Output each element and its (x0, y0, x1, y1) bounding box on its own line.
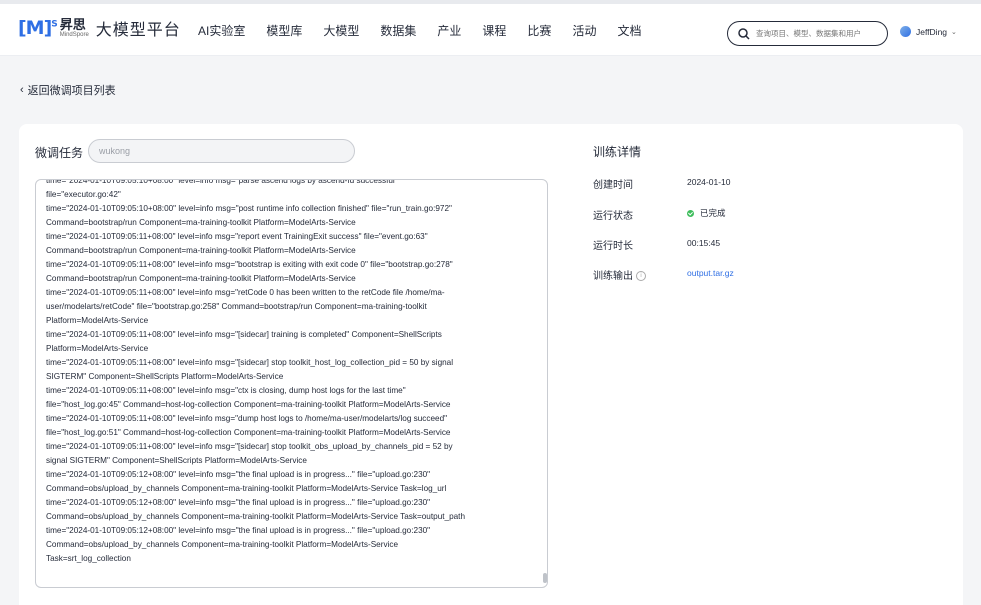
user-menu[interactable]: JeffDing ⌄ (900, 26, 957, 37)
log-line: Platform=ModelArts-Service (46, 344, 149, 353)
log-line: time="2024-01-10T09:05:11+08:00" level=i… (46, 232, 428, 241)
log-line: time="2024-01-10T09:05:12+08:00" level=i… (46, 498, 431, 507)
log-line: time="2024-01-10T09:05:10+08:00" level=i… (46, 179, 398, 185)
log-line: time="2024-01-10T09:05:11+08:00" level=i… (46, 260, 453, 269)
nav-item-3[interactable]: 数据集 (380, 22, 416, 39)
nav-item-5[interactable]: 课程 (482, 22, 506, 39)
log-line: Command=obs/upload_by_channels Component… (46, 484, 447, 493)
training-log[interactable]: time="2024-01-10T09:05:10+08:00" level=i… (35, 179, 548, 588)
search-icon (738, 27, 750, 40)
user-name: JeffDing (916, 26, 948, 37)
logo-cn-text: 昇思 (59, 17, 86, 32)
log-line: time="2024-01-10T09:05:11+08:00" level=i… (46, 358, 454, 367)
task-name-field[interactable]: wukong (88, 139, 355, 163)
check-circle-icon (687, 209, 694, 217)
logo[interactable]: [M]S 昇思 MindSpore 大模型平台 (18, 16, 181, 40)
duration-value: 00:15:45 (687, 238, 721, 248)
log-line: time="2024-01-10T09:05:12+08:00" level=i… (46, 526, 431, 535)
status-badge: 已完成 (687, 207, 726, 219)
nav-item-6[interactable]: 比赛 (527, 22, 551, 39)
log-lines: time="2024-01-10T09:05:10+08:00" level=i… (46, 179, 536, 566)
log-line: user/modelarts/retCode" file="bootstrap.… (46, 302, 427, 311)
chevron-down-icon: ⌄ (951, 28, 957, 36)
search-box[interactable] (727, 21, 888, 46)
task-label: 微调任务 (35, 146, 84, 160)
logo-brand: 昇思 MindSpore (60, 18, 89, 38)
log-line: time="2024-01-10T09:05:11+08:00" level=i… (46, 442, 453, 451)
info-icon[interactable]: i (636, 271, 646, 282)
log-scroll-thumb[interactable] (543, 573, 547, 583)
created-time-label: 创建时间 (593, 180, 633, 191)
chevron-left-icon: ‹ (20, 84, 24, 96)
log-scrollbar[interactable] (542, 180, 547, 587)
status-label: 运行状态 (593, 211, 633, 222)
nav-item-2[interactable]: 大模型 (323, 22, 359, 39)
nav-item-0[interactable]: AI实验室 (198, 22, 245, 39)
platform-title: 大模型平台 (95, 22, 181, 39)
avatar (900, 26, 911, 37)
log-line: signal SIGTERM" Component=ShellScripts P… (46, 456, 307, 465)
log-line: Command=bootstrap/run Component=ma-train… (46, 274, 356, 283)
nav-item-7[interactable]: 活动 (572, 22, 596, 39)
nav-item-1[interactable]: 模型库 (266, 22, 302, 39)
main-nav: AI实验室 模型库 大模型 数据集 产业 课程 比赛 活动 文档 (198, 22, 662, 39)
log-line: time="2024-01-10T09:05:11+08:00" level=i… (46, 330, 442, 339)
log-line: time="2024-01-10T09:05:10+08:00" level=i… (46, 204, 452, 213)
log-line: Command=bootstrap/run Component=ma-train… (46, 218, 356, 227)
output-link[interactable]: output.tar.gz (687, 268, 734, 278)
nav-item-8[interactable]: 文档 (617, 22, 641, 39)
log-line: file="executor.go:42" (46, 190, 121, 199)
back-link[interactable]: ‹ 返回微调项目列表 (20, 82, 116, 98)
log-line: time="2024-01-10T09:05:11+08:00" level=i… (46, 288, 445, 297)
log-line: Platform=ModelArts-Service (46, 316, 149, 325)
log-line: time="2024-01-10T09:05:11+08:00" level=i… (46, 414, 448, 423)
log-line: Command=bootstrap/run Component=ma-train… (46, 246, 356, 255)
search-input[interactable] (756, 29, 881, 38)
nav-item-4[interactable]: 产业 (437, 22, 461, 39)
logo-en-text: MindSpore (59, 32, 89, 38)
created-time-value: 2024-01-10 (687, 177, 731, 187)
log-line: Command=obs/upload_by_channels Component… (46, 540, 399, 549)
log-line: time="2024-01-10T09:05:11+08:00" level=i… (46, 386, 406, 395)
log-line: file="host_log.go:45" Command=host-log-c… (46, 400, 451, 409)
details-title: 训练详情 (593, 145, 642, 159)
log-line: SIGTERM" Component=ShellScripts Platform… (46, 372, 284, 381)
log-line: time="2024-01-10T09:05:12+08:00" level=i… (46, 470, 431, 479)
output-label: 训练输出 i (593, 267, 646, 282)
log-line: Task=srt_log_collection (46, 554, 131, 563)
log-line: file="host_log.go:51" Command=host-log-c… (46, 428, 451, 437)
logo-mark: [M]S (18, 17, 58, 39)
log-line: Command=obs/upload_by_channels Component… (46, 512, 466, 521)
back-link-label: 返回微调项目列表 (27, 85, 116, 97)
duration-label: 运行时长 (593, 241, 633, 252)
top-header: [M]S 昇思 MindSpore 大模型平台 AI实验室 模型库 大模型 数据集 产业… (0, 4, 981, 56)
